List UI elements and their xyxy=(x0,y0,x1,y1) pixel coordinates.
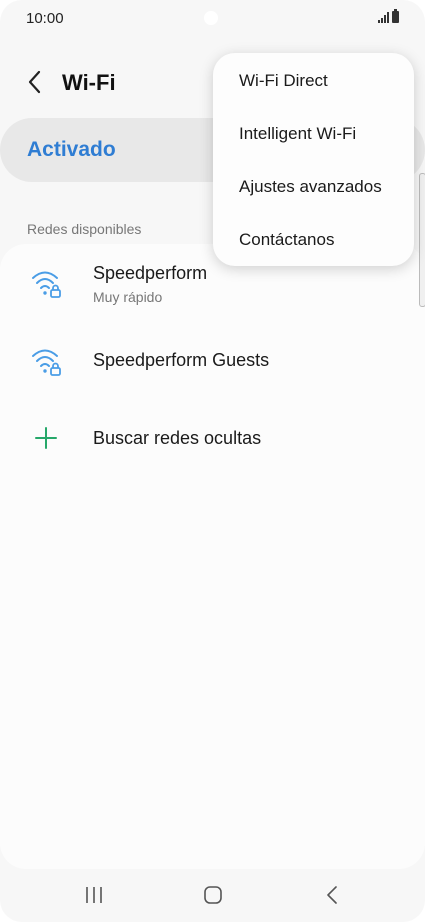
section-label-available-networks: Redes disponibles xyxy=(27,221,142,237)
back-nav-icon[interactable] xyxy=(322,884,342,911)
wifi-toggle-label: Activado xyxy=(27,138,116,161)
wifi-locked-icon xyxy=(30,344,64,383)
menu-item-wifi-direct[interactable]: Wi-Fi Direct xyxy=(239,71,328,91)
plus-icon xyxy=(34,426,58,455)
front-camera xyxy=(204,11,218,25)
network-row-speedperform[interactable]: Speedperform Muy rápido xyxy=(0,258,425,318)
network-row-speedperform-guests[interactable]: Speedperform Guests xyxy=(0,332,425,392)
system-icons xyxy=(378,9,399,23)
menu-item-intelligent-wifi[interactable]: Intelligent Wi-Fi xyxy=(239,124,356,144)
home-icon[interactable] xyxy=(202,884,224,911)
signal-icon xyxy=(378,12,389,23)
overflow-menu: Wi-Fi Direct Intelligent Wi-Fi Ajustes a… xyxy=(213,53,414,266)
battery-icon xyxy=(392,9,399,23)
scrollbar[interactable] xyxy=(419,173,425,307)
menu-item-advanced-settings[interactable]: Ajustes avanzados xyxy=(239,177,382,197)
status-bar: 10:00 xyxy=(0,0,425,40)
page-title: Wi-Fi xyxy=(62,70,116,95)
chevron-left-icon[interactable] xyxy=(22,68,50,96)
network-name: Speedperform xyxy=(93,263,208,283)
add-hidden-network-label: Buscar redes ocultas xyxy=(93,428,262,448)
wifi-locked-icon xyxy=(30,266,64,305)
add-hidden-network-row[interactable]: Buscar redes ocultas xyxy=(0,410,425,470)
menu-item-contact-us[interactable]: Contáctanos xyxy=(239,230,334,250)
navigation-bar xyxy=(0,870,425,922)
status-time: 10:00 xyxy=(26,10,64,27)
phone-screen: 10:00 Wi-Fi Activado Redes disponibles S… xyxy=(0,0,425,922)
network-name: Speedperform Guests xyxy=(93,350,270,370)
recent-apps-icon[interactable] xyxy=(84,884,104,911)
network-speed: Muy rápido xyxy=(93,289,163,305)
